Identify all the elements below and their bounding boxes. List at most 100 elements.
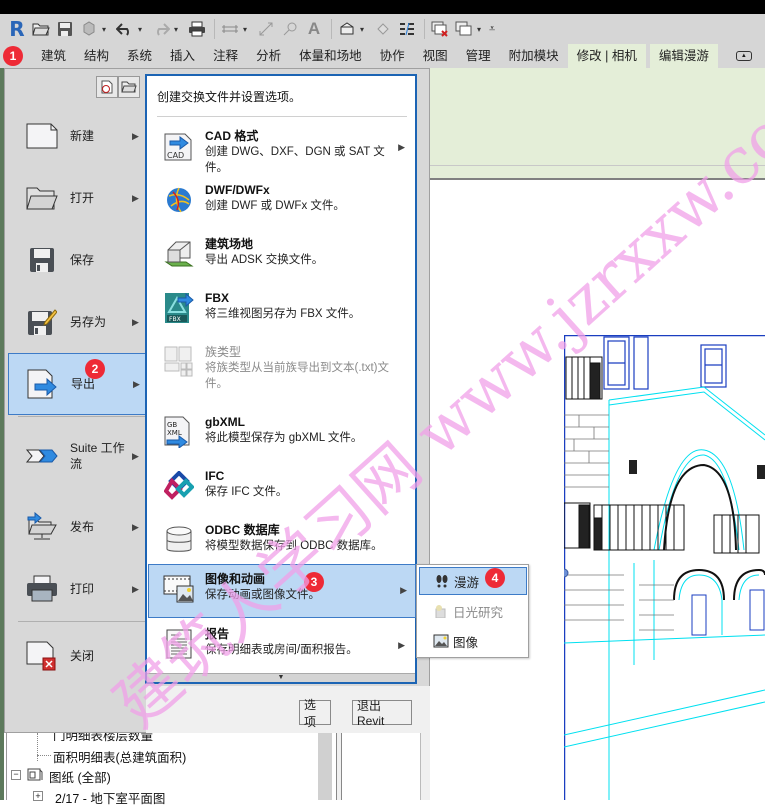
svg-text:FBX: FBX [169,316,181,323]
close-hidden-windows-icon[interactable] [429,18,451,40]
menu-item-export[interactable]: 导出 ▶ [8,353,146,415]
export-item-dwf[interactable]: DWF/DWFx 创建 DWF 或 DWFx 文件。 [149,176,413,230]
export-item-ifc[interactable]: IFC 保存 IFC 文件。 [149,462,413,516]
tab-collaborate[interactable]: 协作 [371,44,414,68]
ifc-icon [163,470,195,502]
export-item-fbx[interactable]: FBX FBX 将三维视图另存为 FBX 文件。 [149,284,413,338]
menu-item-publish[interactable]: 发布 ▶ [8,496,146,558]
recent-documents-toolbar [96,76,140,98]
options-button[interactable]: 选项 [299,698,331,729]
export-item-description: 保存动画或图像文件。 [205,589,320,601]
browser-item[interactable]: 面积明细表(总建筑面积) [53,747,186,766]
tab-massing-site[interactable]: 体量和场地 [290,44,371,68]
export-item-gbxml[interactable]: GB XML gbXML 将此模型保存为 gbXML 文件。 [149,408,413,462]
menu-item-save-as[interactable]: 另存为 ▶ [8,291,146,353]
tree-connector [37,755,51,756]
recent-documents-icon[interactable] [96,76,118,98]
camera-control-handle[interactable] [564,568,569,578]
tab-modify-camera[interactable]: 修改 | 相机 [567,44,646,68]
switch-windows-dropdown-icon[interactable]: ▾ [477,25,485,34]
tab-architecture[interactable]: 建筑 [32,44,75,68]
tab-systems[interactable]: 系统 [118,44,161,68]
export-item-cad[interactable]: CAD CAD 格式 创建 DWG、DXF、DGN 或 SAT 文件。 ▶ [149,122,413,176]
menu-item-close[interactable]: 关闭 [8,625,146,687]
tab-insert[interactable]: 插入 [161,44,204,68]
export-item-title: 族类型 [205,345,242,359]
image-animation-flyout: 漫游 日光研究 图像 [416,564,529,658]
walkthrough-view-drawing[interactable] [564,335,765,800]
export-icon [23,364,63,404]
tab-annotate[interactable]: 注释 [204,44,247,68]
measure-icon[interactable] [219,18,241,40]
switch-windows-icon[interactable] [453,18,475,40]
export-item-report[interactable]: 报告 保存明细表或房间/面积报告。 ▶ [149,620,413,674]
revit-logo-icon[interactable]: R [6,17,28,41]
tab-manage[interactable]: 管理 [457,44,500,68]
export-item-title: gbXML [205,415,245,429]
title-bar [0,0,765,14]
flyout-item-label: 日光研究 [453,605,504,620]
3d-view-icon[interactable] [336,18,358,40]
tab-addins[interactable]: 附加模块 [500,44,568,68]
application-menu-footer: 选项 退出 Revit [146,686,430,733]
save-icon[interactable] [54,18,76,40]
menu-item-label: 打印 [70,582,95,596]
ribbon-panel [430,68,765,166]
sync-dropdown-icon[interactable]: ▾ [102,25,110,34]
submenu-arrow-icon: ▶ [132,521,139,532]
print-icon[interactable] [186,18,208,40]
submenu-arrow-icon: ▶ [133,378,140,389]
undo-dropdown-icon[interactable]: ▾ [138,25,146,34]
scroll-down-button[interactable]: ▼ [147,673,415,682]
ribbon-minimize-icon[interactable]: ▲ [735,51,752,61]
tag-icon[interactable] [279,18,301,40]
tab-view[interactable]: 视图 [414,44,457,68]
menu-item-new[interactable]: 新建 ▶ [8,105,146,167]
solar-study-icon [433,603,449,619]
collapse-toggle-icon[interactable]: − [11,770,21,780]
menu-item-label: Suite 工作流 [70,441,125,471]
export-item-description: 将模型数据保存到 ODBC 数据库。 [205,540,383,552]
tab-structure[interactable]: 结构 [75,44,118,68]
thin-lines-icon[interactable] [396,18,418,40]
text-icon[interactable]: A [303,18,325,40]
exit-revit-button[interactable]: 退出 Revit [352,699,412,728]
export-item-title: 报告 [205,627,230,641]
export-item-description: 将三维视图另存为 FBX 文件。 [205,308,361,320]
redo-dropdown-icon[interactable]: ▾ [174,25,182,34]
export-item-odbc[interactable]: ODBC 数据库 将模型数据保存到 ODBC 数据库。 [149,516,413,570]
dimension-icon[interactable] [255,18,277,40]
undo-icon[interactable] [114,18,136,40]
menu-item-open[interactable]: 打开 ▶ [8,167,146,229]
export-item-description: 导出 ADSK 交换文件。 [205,254,324,266]
svg-text:CAD: CAD [167,151,184,160]
menu-item-label: 新建 [70,129,95,143]
svg-text:GB: GB [167,421,177,429]
open-documents-icon[interactable] [118,76,140,98]
customize-toolbar-icon[interactable]: ⩡ [489,23,497,36]
3d-view-dropdown-icon[interactable]: ▾ [360,25,368,34]
browser-item-sheets[interactable]: 图纸 (全部) [49,767,111,786]
fbx-icon: FBX [163,292,195,324]
export-item-image-animation[interactable]: 图像和动画 保存动画或图像文件。 ▶ [148,564,416,618]
flyout-item-image[interactable]: 图像 [419,627,527,655]
redo-icon[interactable] [150,18,172,40]
export-item-title: CAD 格式 [205,129,259,143]
submenu-arrow-icon: ▶ [132,192,139,203]
menu-item-save[interactable]: 保存 [8,229,146,291]
open-icon[interactable] [30,18,52,40]
flyout-item-walkthrough[interactable]: 漫游 [419,567,527,595]
menu-item-label: 打开 [70,191,95,205]
sync-icon[interactable] [78,18,100,40]
browser-scrollbar[interactable] [318,733,332,800]
tab-analyze[interactable]: 分析 [247,44,290,68]
section-icon[interactable] [372,18,394,40]
step-badge-2: 2 [85,359,105,379]
menu-item-suite-workflow[interactable]: Suite 工作流 ▶ [8,425,146,487]
menu-item-print[interactable]: 打印 ▶ [8,558,146,620]
measure-dropdown-icon[interactable]: ▾ [243,25,251,34]
browser-item[interactable]: 2/17 - 地下室平面图 [55,788,165,807]
tab-edit-walkthrough[interactable]: 编辑漫游 [649,44,718,68]
export-item-building-site[interactable]: 建筑场地 导出 ADSK 交换文件。 [149,230,413,284]
new-document-icon [22,116,62,156]
